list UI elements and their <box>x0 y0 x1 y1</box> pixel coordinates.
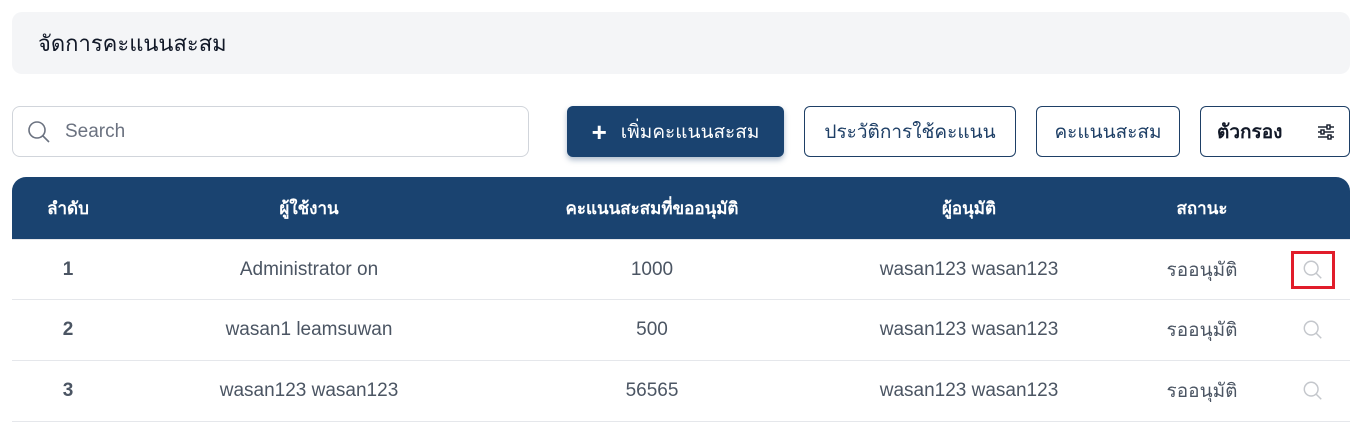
view-details-button[interactable] <box>1291 250 1335 289</box>
filter-label: ตัวกรอง <box>1217 121 1283 143</box>
add-points-button[interactable]: + เพิ่มคะแนนสะสม <box>567 106 784 157</box>
cell-user: wasan123 wasan123 <box>219 380 399 401</box>
table-row: 1 Administrator on 1000 wasan123 wasan12… <box>12 239 1350 300</box>
search-icon <box>28 120 50 143</box>
search-icon <box>1303 260 1322 279</box>
cell-actions <box>1276 250 1350 289</box>
sliders-icon <box>1318 124 1334 140</box>
search-input[interactable] <box>65 120 505 143</box>
header-user: ผู้ใช้งาน <box>279 198 339 218</box>
header-status: สถานะ <box>1176 198 1228 218</box>
cell-approver: wasan123 wasan123 <box>879 380 1059 401</box>
cell-index: 3 <box>62 380 74 401</box>
cell-status: รออนุมัติ <box>1166 381 1238 402</box>
search-icon <box>1303 320 1322 339</box>
points-history-label: ประวัติการใช้คะแนน <box>824 121 996 143</box>
points-table: ลำดับ ผู้ใช้งาน คะแนนสะสมที่ขออนุมัติ ผู… <box>12 177 1350 441</box>
cell-approver: wasan123 wasan123 <box>879 258 1059 280</box>
cell-index: 2 <box>62 319 74 340</box>
accumulated-points-label: คะแนนสะสม <box>1054 121 1162 143</box>
table-header: ลำดับ ผู้ใช้งาน คะแนนสะสมที่ขออนุมัติ ผู… <box>12 177 1350 239</box>
header-index: ลำดับ <box>47 198 89 218</box>
cell-status: รออนุมัติ <box>1166 320 1238 341</box>
view-details-button[interactable] <box>1291 372 1335 410</box>
table-row: 2 wasan1 leamsuwan 500 wasan123 wasan123… <box>12 300 1350 361</box>
page-title: จัดการคะแนนสะสม <box>38 30 227 56</box>
cell-actions <box>1276 372 1350 410</box>
cell-user: wasan1 leamsuwan <box>225 319 393 340</box>
search-box[interactable] <box>12 106 529 157</box>
cell-approver: wasan123 wasan123 <box>879 319 1059 340</box>
accumulated-points-button[interactable]: คะแนนสะสม <box>1036 106 1180 157</box>
points-history-button[interactable]: ประวัติการใช้คะแนน <box>804 106 1016 157</box>
cell-points: 1000 <box>630 258 674 280</box>
cell-index: 1 <box>62 258 74 280</box>
plus-icon: + <box>591 116 607 147</box>
cell-user: Administrator on <box>239 258 379 280</box>
cell-points: 500 <box>636 319 668 340</box>
page-header: จัดการคะแนนสะสม <box>12 12 1350 74</box>
cell-points: 56565 <box>625 380 679 401</box>
search-icon <box>1303 381 1322 400</box>
header-approver: ผู้อนุมัติ <box>941 198 997 218</box>
view-details-button[interactable] <box>1291 311 1335 349</box>
cell-actions <box>1276 311 1350 349</box>
table-row <box>12 422 1350 441</box>
add-points-label: เพิ่มคะแนนสะสม <box>620 121 760 143</box>
table-row: 3 wasan123 wasan123 56565 wasan123 wasan… <box>12 361 1350 422</box>
header-points: คะแนนสะสมที่ขออนุมัติ <box>565 198 739 218</box>
filter-button[interactable]: ตัวกรอง <box>1200 106 1350 157</box>
cell-status: รออนุมัติ <box>1166 259 1238 281</box>
